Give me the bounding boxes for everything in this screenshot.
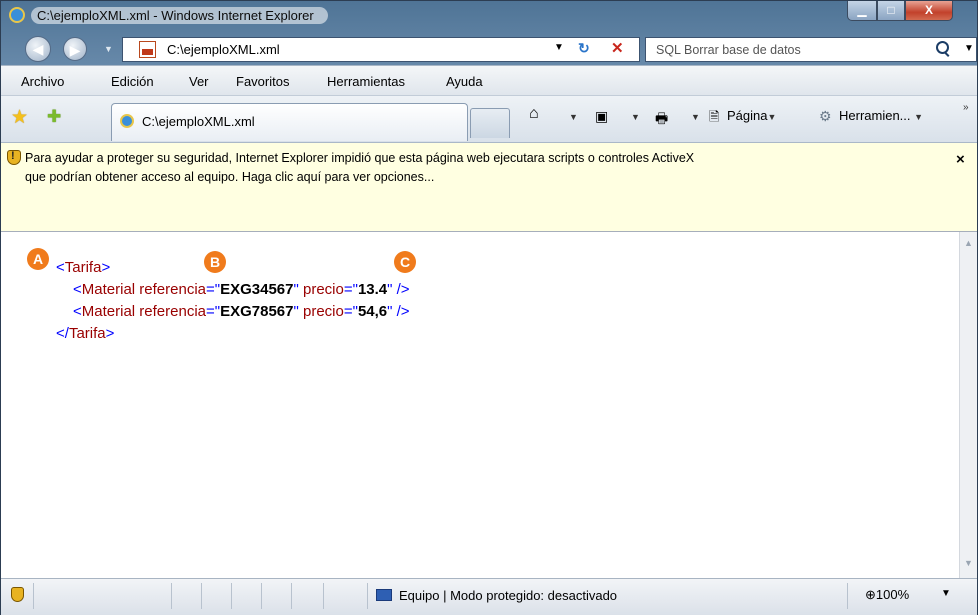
- zoom-dropdown-icon[interactable]: ▼: [941, 588, 951, 599]
- minimize-button[interactable]: ▁: [847, 1, 877, 21]
- scroll-up-arrow-icon[interactable]: ▲: [964, 238, 973, 248]
- root-tag-name: Tarifa: [68, 325, 106, 342]
- scroll-down-arrow-icon[interactable]: ▼: [964, 558, 973, 568]
- status-divider: [231, 583, 232, 609]
- home-dropdown-icon[interactable]: ▼: [569, 112, 578, 122]
- status-divider: [847, 583, 848, 609]
- forward-button[interactable]: ▶: [63, 37, 87, 61]
- infobar-line-2: que podrían obtener acceso al equipo. Ha…: [25, 170, 435, 184]
- feeds-icon[interactable]: ▣: [595, 108, 608, 125]
- xml-material-row-1: <Material referencia="EXG34567" precio="…: [73, 281, 410, 298]
- xml-file-icon: [139, 41, 156, 58]
- menu-favoritos[interactable]: Favoritos: [236, 74, 289, 89]
- home-icon[interactable]: ⌂: [529, 105, 539, 123]
- information-bar[interactable]: Para ayudar a proteger su seguridad, Int…: [1, 143, 977, 232]
- page-dropdown-icon: ▼: [767, 112, 777, 122]
- stop-icon[interactable]: ✕: [611, 39, 624, 57]
- ie-logo-icon: [9, 7, 25, 23]
- annotation-badge-c: C: [394, 251, 416, 273]
- menu-herramientas[interactable]: Herramientas: [327, 74, 405, 89]
- window-title: C:\ejemploXML.xml - Windows Internet Exp…: [31, 7, 328, 24]
- ie-page-icon: [120, 114, 134, 128]
- search-icon[interactable]: [936, 41, 949, 54]
- tools-menu-label: Herramien...: [839, 108, 911, 123]
- new-tab-button[interactable]: [470, 108, 510, 138]
- page-menu-button[interactable]: Página▼: [727, 108, 776, 123]
- annotation-badge-a: A: [27, 248, 49, 270]
- root-tag-name: Tarifa: [64, 259, 102, 276]
- infobar-line-1: Para ayudar a proteger su seguridad, Int…: [25, 151, 695, 165]
- navigation-bar: ◀ ▶ ▼ C:\ejemploXML.xml ▼ ↻ ✕ SQL Borrar…: [1, 33, 977, 65]
- tab-ejemploxml[interactable]: C:\ejemploXML.xml: [111, 103, 468, 141]
- annotation-badge-b: B: [204, 251, 226, 273]
- attr-precio-name: precio: [302, 281, 344, 298]
- menu-ver[interactable]: Ver: [189, 74, 209, 89]
- status-divider: [201, 583, 202, 609]
- attr-referencia-value: EXG78567: [220, 303, 294, 320]
- page-menu-label: Página: [727, 108, 768, 123]
- status-divider: [291, 583, 292, 609]
- status-divider: [323, 583, 324, 609]
- print-icon[interactable]: 🖶: [655, 108, 668, 132]
- menu-bar: Archivo Edición Ver Favoritos Herramient…: [1, 65, 977, 96]
- page-content: <Tarifa> <Material referencia="EXG34567"…: [1, 232, 959, 578]
- tools-menu-button[interactable]: Herramien... ▼: [839, 108, 923, 123]
- menu-edicion[interactable]: Edición: [111, 74, 154, 89]
- xml-material-row-2: <Material referencia="EXG78567" precio="…: [73, 303, 410, 320]
- history-dropdown-icon[interactable]: ▼: [104, 44, 113, 54]
- menu-archivo[interactable]: Archivo: [21, 74, 64, 89]
- address-bar[interactable]: C:\ejemploXML.xml ▼ ↻ ✕: [122, 37, 640, 62]
- status-divider: [261, 583, 262, 609]
- status-bar: Equipo | Modo protegido: desactivado ⊕10…: [1, 578, 977, 615]
- maximize-button[interactable]: □: [877, 1, 905, 21]
- status-divider: [171, 583, 172, 609]
- search-input[interactable]: SQL Borrar base de datos: [656, 43, 801, 57]
- security-zone-text[interactable]: Equipo | Modo protegido: desactivado: [399, 588, 617, 603]
- status-divider: [33, 583, 34, 609]
- attr-referencia-name: referencia: [139, 281, 206, 298]
- attr-precio-value: 13.4: [357, 281, 388, 298]
- status-divider: [367, 583, 368, 609]
- attr-referencia-value: EXG34567: [220, 281, 294, 298]
- security-shield-icon[interactable]: [11, 587, 24, 602]
- tab-title: C:\ejemploXML.xml: [142, 114, 255, 129]
- add-favorite-icon[interactable]: ✚: [47, 107, 61, 127]
- favorites-star-icon[interactable]: ★: [11, 106, 28, 129]
- attr-referencia-name: referencia: [139, 303, 206, 320]
- address-dropdown-icon[interactable]: ▼: [554, 42, 564, 53]
- vertical-scrollbar[interactable]: ▲ ▼: [959, 232, 977, 578]
- feeds-dropdown-icon[interactable]: ▼: [631, 112, 640, 122]
- menu-ayuda[interactable]: Ayuda: [446, 74, 483, 89]
- close-button[interactable]: X: [905, 1, 953, 21]
- attr-precio-name: precio: [302, 303, 344, 320]
- search-box[interactable]: SQL Borrar base de datos ▼: [645, 37, 977, 62]
- tools-dropdown-icon: ▼: [914, 112, 924, 122]
- element-tag-name: Material: [81, 281, 136, 298]
- computer-zone-icon: [376, 589, 392, 601]
- element-tag-name: Material: [81, 303, 136, 320]
- xml-root-open: <Tarifa>: [56, 259, 111, 276]
- print-dropdown-icon[interactable]: ▼: [691, 112, 700, 122]
- address-input[interactable]: C:\ejemploXML.xml: [167, 42, 280, 57]
- shield-icon: [7, 150, 21, 165]
- browser-window: C:\ejemploXML.xml - Windows Internet Exp…: [0, 0, 978, 615]
- xml-root-close: </Tarifa>: [56, 325, 115, 342]
- page-icon: 🗎: [709, 109, 720, 124]
- zoom-level[interactable]: ⊕100%: [865, 587, 909, 603]
- zoom-magnifier-icon: ⊕: [865, 587, 876, 602]
- attr-precio-value: 54,6: [357, 303, 388, 320]
- command-bar: ★ ✚ C:\ejemploXML.xml ⌂ ▼ ▣ ▼ 🖶 ▼ 🗎 Pági…: [1, 95, 977, 143]
- search-dropdown-icon[interactable]: ▼: [964, 43, 974, 54]
- title-bar[interactable]: C:\ejemploXML.xml - Windows Internet Exp…: [1, 1, 977, 31]
- back-button[interactable]: ◀: [25, 36, 51, 62]
- zoom-value: 100%: [875, 587, 910, 602]
- gear-icon: ⚙: [819, 108, 832, 124]
- refresh-icon[interactable]: ↻: [578, 40, 590, 57]
- toolbar-overflow-icon[interactable]: »: [963, 102, 969, 113]
- infobar-close-icon[interactable]: ×: [956, 151, 965, 168]
